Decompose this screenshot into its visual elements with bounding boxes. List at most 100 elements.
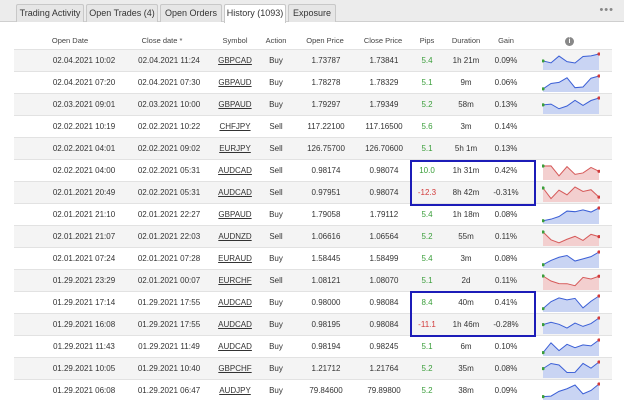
col-open-price[interactable]: Open Price (298, 36, 352, 45)
cell-symbol[interactable]: AUDJPY (214, 380, 256, 402)
col-close-price[interactable]: Close Price (356, 36, 410, 45)
cell-close-date: 02.04.2021 07:30 (137, 78, 201, 87)
cell-action: Buy (269, 56, 283, 65)
col-duration[interactable]: Duration (446, 36, 486, 45)
cell-gain: 0.08% (494, 210, 518, 219)
cell-close-price: 1.78329 (369, 78, 399, 87)
col-action[interactable]: Action (260, 36, 292, 45)
cell-close-price: 1.79112 (369, 210, 399, 219)
cell-gain: 0.11% (494, 276, 518, 285)
cell-duration: 2d (461, 276, 471, 285)
cell-symbol[interactable]: GBPCAD (214, 50, 256, 72)
cell-open-date: 01.29.2021 16:08 (52, 320, 116, 329)
cell-duration: 1h 46m (452, 320, 480, 329)
table-row[interactable]: 02.01.2021 21:07 02.01.2021 22:03 AUDNZD Se… (14, 225, 612, 247)
info-icon[interactable]: i (565, 37, 574, 46)
cell-close-price: 1.79349 (369, 100, 399, 109)
sparkline-area (543, 296, 599, 312)
cell-close-date: 02.01.2021 00:07 (137, 276, 201, 285)
col-pips[interactable]: Pips (413, 36, 441, 45)
table-row[interactable]: 01.29.2021 17:14 01.29.2021 17:55 AUDCAD Bu… (14, 291, 612, 313)
cell-action: Buy (269, 100, 283, 109)
col-symbol[interactable]: Symbol (215, 36, 255, 45)
cell-open-date: 02.04.2021 07:20 (52, 78, 116, 87)
table-row[interactable]: 02.04.2021 07:20 02.04.2021 07:30 GBPAUD Bu… (14, 71, 612, 93)
sparkline-chart (542, 74, 600, 92)
table-row[interactable]: 02.01.2021 07:24 02.01.2021 07:28 EURAUD Bu… (14, 247, 612, 269)
cell-close-date: 01.29.2021 11:49 (138, 342, 200, 351)
cell-symbol[interactable]: EURAUD (214, 248, 256, 270)
cell-open-date: 02.02.2021 10:19 (52, 122, 116, 131)
sparkline-chart (542, 338, 600, 356)
cell-open-price: 126.75700 (307, 144, 345, 153)
tab-trading-activity[interactable]: Trading Activity (16, 4, 84, 22)
cell-pips: 10.0 (419, 166, 435, 175)
cell-symbol[interactable]: AUDCAD (214, 314, 256, 336)
table-header: Open Date Close date * Symbol Action Ope… (0, 36, 624, 48)
cell-symbol[interactable]: AUDCAD (214, 182, 256, 204)
table-row[interactable]: 02.02.2021 10:19 02.02.2021 10:22 CHFJPY Se… (14, 115, 612, 137)
table-row[interactable]: 02.03.2021 09:01 02.03.2021 10:00 GBPAUD Bu… (14, 93, 612, 115)
sparkline-chart (542, 164, 600, 180)
sparkline-chart (542, 382, 600, 400)
cell-gain: -0.28% (493, 320, 519, 329)
cell-symbol[interactable]: GBPAUD (214, 94, 256, 116)
cell-gain: 0.13% (494, 144, 518, 153)
cell-open-date: 01.29.2021 17:14 (52, 298, 116, 307)
cell-symbol[interactable]: EURJPY (214, 138, 256, 160)
col-gain[interactable]: Gain (490, 36, 522, 45)
cell-symbol[interactable]: CHFJPY (214, 116, 256, 138)
cell-close-date: 02.01.2021 22:27 (137, 210, 201, 219)
col-close-date[interactable]: Close date * (127, 36, 197, 45)
cell-gain: 0.10% (494, 342, 518, 351)
table-row[interactable]: 01.29.2021 16:08 01.29.2021 17:55 AUDCAD Bu… (14, 313, 612, 335)
cell-close-date: 01.29.2021 06:47 (137, 386, 201, 395)
cell-symbol[interactable]: AUDCAD (214, 336, 256, 358)
cell-duration: 3m (460, 122, 472, 131)
cell-symbol[interactable]: AUDCAD (214, 160, 256, 182)
sparkline-area (543, 362, 599, 378)
cell-open-date: 02.01.2021 21:10 (52, 210, 116, 219)
table-row[interactable]: 02.02.2021 04:01 02.02.2021 09:02 EURJPY Se… (14, 137, 612, 159)
cell-symbol[interactable]: EURCHF (214, 270, 256, 292)
cell-pips: 5.6 (421, 122, 433, 131)
cell-action: Buy (269, 210, 283, 219)
cell-duration: 8h 42m (452, 188, 480, 197)
cell-duration: 55m (458, 232, 474, 241)
table-row[interactable]: 02.01.2021 20:49 02.02.2021 05:31 AUDCAD Se… (14, 181, 612, 203)
tab-exposure[interactable]: Exposure (288, 4, 336, 22)
tab-open-trades[interactable]: Open Trades (4) (86, 4, 158, 22)
cell-pips: 5.2 (421, 386, 433, 395)
cell-pips: -12.3 (417, 188, 437, 197)
table-row[interactable]: 01.29.2021 11:43 01.29.2021 11:49 AUDCAD Bu… (14, 335, 612, 357)
table-row[interactable]: 02.04.2021 10:02 02.04.2021 11:24 GBPCAD Bu… (14, 49, 612, 71)
cell-action: Sell (269, 166, 283, 175)
table-row[interactable]: 01.29.2021 10:05 01.29.2021 10:40 GBPCHF Bu… (14, 357, 612, 379)
cell-symbol[interactable]: GBPAUD (214, 204, 256, 226)
cell-pips: 5.1 (421, 276, 433, 285)
col-open-date[interactable]: Open Date (40, 36, 100, 45)
tab-history[interactable]: History (1093) (224, 4, 286, 23)
cell-symbol[interactable]: AUDNZD (214, 226, 256, 248)
table-row[interactable]: 02.02.2021 04:00 02.02.2021 05:31 AUDCAD Se… (14, 159, 612, 181)
cell-symbol[interactable]: GBPCHF (214, 358, 256, 380)
table-row[interactable]: 01.29.2021 23:29 02.01.2021 00:07 EURCHF Se… (14, 269, 612, 291)
cell-close-price: 1.58499 (369, 254, 399, 263)
table-row[interactable]: 02.01.2021 21:10 02.01.2021 22:27 GBPAUD Bu… (14, 203, 612, 225)
cell-close-date: 02.01.2021 07:28 (137, 254, 201, 263)
tab-bar: Trading Activity Open Trades (4) Open Or… (0, 0, 624, 23)
tab-open-orders[interactable]: Open Orders (160, 4, 222, 22)
cell-open-price: 1.78278 (311, 78, 341, 87)
cell-symbol[interactable]: GBPAUD (214, 72, 256, 94)
more-dots-icon[interactable]: ••• (599, 4, 614, 16)
sparkline-chart (542, 52, 600, 70)
cell-close-price: 0.98245 (369, 342, 399, 351)
table-row[interactable]: 01.29.2021 06:08 01.29.2021 06:47 AUDJPY Bu… (14, 379, 612, 401)
cell-duration: 9m (460, 78, 472, 87)
cell-symbol[interactable]: AUDCAD (214, 292, 256, 314)
cell-gain: -0.31% (493, 188, 519, 197)
sparkline-chart (542, 96, 600, 114)
cell-action: Buy (269, 298, 283, 307)
sparkline-chart (542, 186, 600, 202)
cell-pips: 5.1 (421, 78, 433, 87)
